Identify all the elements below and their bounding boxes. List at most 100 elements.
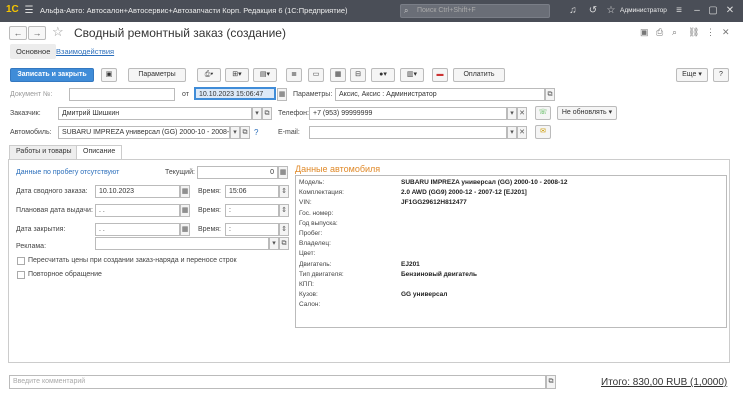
more-vert-icon[interactable]: ⋮ xyxy=(706,27,715,38)
car-help-icon[interactable]: ? xyxy=(254,128,258,137)
email-field[interactable] xyxy=(309,126,507,139)
recalc-checkbox[interactable] xyxy=(17,257,25,265)
history-icon[interactable]: ↺ xyxy=(586,4,600,18)
settings-icon[interactable]: ≡ xyxy=(672,4,686,18)
global-search[interactable]: ⌕ Поиск Ctrl+Shift+F xyxy=(400,4,550,18)
email-clear-icon[interactable]: ✕ xyxy=(517,126,527,139)
tab-works-goods[interactable]: Работы и товары xyxy=(9,145,79,159)
close-time-spin-icon[interactable]: ⇕ xyxy=(279,223,289,236)
planned-time-spin-icon[interactable]: ⇕ xyxy=(279,204,289,217)
pay-button[interactable]: Оплатить xyxy=(453,68,505,82)
current-mileage-field[interactable]: 0 xyxy=(197,166,278,179)
print-icon[interactable]: ⎙ xyxy=(656,27,663,38)
doc-number-label: Документ №: xyxy=(10,91,53,98)
comment-open-icon[interactable]: ⧉ xyxy=(546,375,556,389)
car-data-key: Владелец: xyxy=(299,240,331,248)
page-title: Сводный ремонтный заказ (создание) xyxy=(74,26,286,40)
phone-dropdown-icon[interactable]: ▾ xyxy=(507,107,517,120)
star-icon[interactable]: ☆ xyxy=(604,4,618,18)
doc-number-field[interactable] xyxy=(69,88,175,101)
planned-time-field[interactable]: : xyxy=(225,204,279,217)
time-field[interactable]: 15:06 xyxy=(225,185,279,198)
close-icon[interactable]: ✕ xyxy=(723,4,737,18)
close-form-icon[interactable]: ✕ xyxy=(722,27,730,38)
bell-icon[interactable]: ♫ xyxy=(566,4,580,18)
ad-dropdown-icon[interactable]: ▾ xyxy=(269,237,279,250)
email-dropdown-icon[interactable]: ▾ xyxy=(507,126,517,139)
back-button[interactable]: ← xyxy=(9,26,27,40)
car-data-key: VIN: xyxy=(299,199,312,207)
maximize-icon[interactable]: ▢ xyxy=(706,4,720,18)
ad-label: Реклама: xyxy=(16,243,47,250)
menu-icon[interactable]: ☰ xyxy=(22,4,36,18)
call-icon-button[interactable]: ☏ xyxy=(535,106,551,120)
car-data-key: Пробег: xyxy=(299,230,323,237)
user-name[interactable]: Администратор xyxy=(620,7,667,14)
tab-interactions[interactable]: Взаимодействия xyxy=(56,47,114,56)
planned-date-calendar-icon[interactable]: ▦ xyxy=(180,204,190,217)
summary-date-field[interactable]: 10.10.2023 xyxy=(95,185,180,198)
car-data-value: GG универсал xyxy=(401,291,448,299)
tree-icon-button[interactable]: ⊟ xyxy=(350,68,366,82)
close-date-field[interactable]: . . xyxy=(95,223,180,236)
car-open-icon[interactable]: ⧉ xyxy=(240,126,250,139)
comment-field[interactable]: Введите комментарий xyxy=(9,375,546,389)
params-field[interactable]: Аксис, Аксис : Администратор xyxy=(335,88,545,101)
planned-date-field[interactable]: . . xyxy=(95,204,180,217)
car-data-key: Салон: xyxy=(299,301,321,309)
forward-button[interactable]: → xyxy=(28,26,46,40)
customer-open-icon[interactable]: ⧉ xyxy=(262,107,272,120)
more-button[interactable]: Еще ▾ xyxy=(676,68,708,82)
phone-field[interactable]: +7 (953) 99999999 xyxy=(309,107,507,120)
tab-description[interactable]: Описание xyxy=(76,145,123,159)
help-button[interactable]: ? xyxy=(713,68,729,82)
ad-field[interactable] xyxy=(95,237,269,250)
doc-date-field[interactable]: 10.10.2023 15:06:47 xyxy=(194,87,276,100)
customer-field[interactable]: Дмитрий Шишкин xyxy=(58,107,252,120)
phone-label: Телефон: xyxy=(278,110,309,117)
close-time-field[interactable]: : xyxy=(225,223,279,236)
save-close-button[interactable]: Записать и закрыть xyxy=(10,68,94,82)
mileage-note: Данные по пробегу отсутствуют xyxy=(16,169,120,176)
planned-date-label: Плановая дата выдачи: xyxy=(16,207,93,214)
params-field-label: Параметры: xyxy=(293,91,333,98)
from-label: от xyxy=(182,91,189,98)
car-dropdown-icon[interactable]: ▾ xyxy=(230,126,240,139)
car-data-key: Гос. номер: xyxy=(299,209,334,217)
save-button[interactable]: ▣ xyxy=(101,68,117,82)
planned-time-label: Время: xyxy=(198,207,222,214)
params-button[interactable]: Параметры xyxy=(128,68,186,82)
phone-clear-icon[interactable]: ✕ xyxy=(517,107,527,120)
reports-button[interactable]: ▤▾ xyxy=(253,68,277,82)
docs-dropdown-button[interactable]: ▥▾ xyxy=(400,68,424,82)
search-placeholder: Поиск Ctrl+Shift+F xyxy=(417,7,476,14)
pay-label: Оплатить xyxy=(463,71,495,78)
print-dropdown-button[interactable]: ⎙▾ xyxy=(197,68,221,82)
link-icon[interactable]: ⛓ xyxy=(688,27,699,38)
favorite-star-icon[interactable]: ☆ xyxy=(52,24,64,40)
ad-open-icon[interactable]: ⧉ xyxy=(279,237,289,250)
car-icon-button[interactable]: ▬ xyxy=(432,68,448,82)
card-icon-button[interactable]: ▭ xyxy=(308,68,324,82)
calc-icon-button[interactable]: ▦ xyxy=(330,68,346,82)
tab-main[interactable]: Основное xyxy=(10,44,57,59)
minimize-icon[interactable]: – xyxy=(690,4,704,18)
mileage-calc-icon[interactable]: ▦ xyxy=(278,166,288,179)
calendar-icon[interactable]: ▦ xyxy=(277,88,287,101)
close-date-calendar-icon[interactable]: ▦ xyxy=(180,223,190,236)
open-params-icon[interactable]: ⧉ xyxy=(545,88,555,101)
list-icon-button[interactable]: ≣ xyxy=(286,68,302,82)
create-based-button[interactable]: ⊞▾ xyxy=(225,68,249,82)
car-data-key: Тип двигателя: xyxy=(299,270,344,278)
mail-icon-button[interactable]: ✉ xyxy=(535,125,551,139)
summary-date-calendar-icon[interactable]: ▦ xyxy=(180,185,190,198)
repeat-checkbox[interactable] xyxy=(17,271,25,279)
customer-dropdown-icon[interactable]: ▾ xyxy=(252,107,262,120)
save-icon[interactable]: ▣ xyxy=(640,27,649,38)
total-link[interactable]: Итого: 830,00 RUB (1,0000) xyxy=(601,377,727,388)
search-doc-icon[interactable]: ⌕ xyxy=(672,27,677,38)
car-field[interactable]: SUBARU IMPREZA универсал (GG) 2000-10 - … xyxy=(58,126,230,139)
status-dropdown-button[interactable]: ●▾ xyxy=(371,68,395,82)
time-spin-icon[interactable]: ⇕ xyxy=(279,185,289,198)
no-update-button[interactable]: Не обновлять ▾ xyxy=(557,106,617,120)
